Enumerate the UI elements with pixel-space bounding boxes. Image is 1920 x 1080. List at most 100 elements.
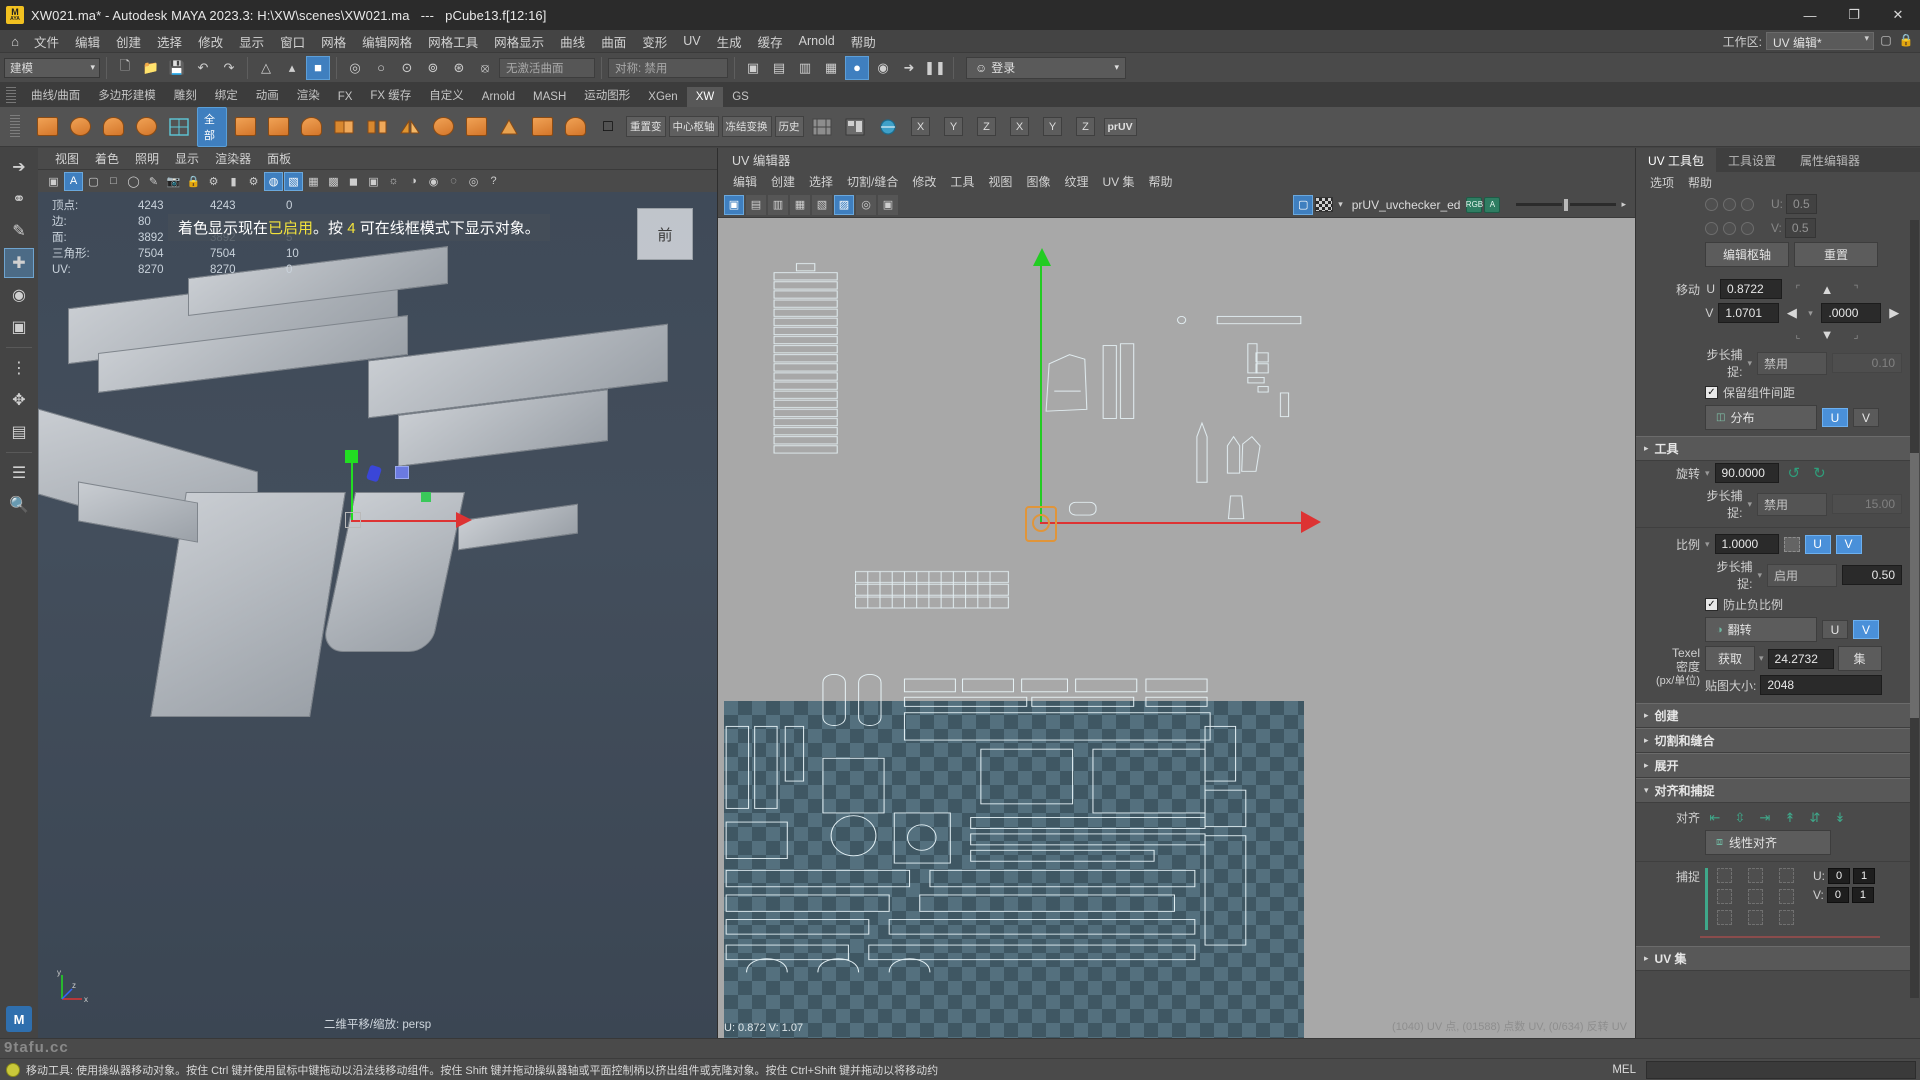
ao-icon[interactable]: ◉ [424,172,443,191]
align-center-u-icon[interactable]: ⇳ [1730,810,1750,826]
shelf-tab-fx[interactable]: FX [329,87,362,107]
viewport-menu-panels[interactable]: 面板 [260,149,298,168]
uv-gamma-slider[interactable] [1570,203,1617,206]
snap-u-min[interactable]: 0 [1828,868,1850,884]
poly-cone-icon[interactable] [131,111,161,143]
poly-extrude-icon[interactable] [230,111,260,143]
uv-menu-image[interactable]: 图像 [1019,172,1057,191]
viewport-3d[interactable]: 顶点: 4243 4243 0 边: 80 面: 3892 三角形: 7504 … [38,192,717,1038]
undo-icon[interactable]: ↶ [191,56,215,80]
image-plane-icon[interactable]: □ [104,172,123,191]
snap-to-curve-icon[interactable]: ○ [369,56,393,80]
map-size-input[interactable]: 2048 [1760,675,1883,695]
section-tools[interactable]: ▸ 工具 [1636,436,1910,461]
distribute-v-button[interactable]: V [1853,408,1879,427]
menu-item-uv[interactable]: UV [675,32,708,50]
rotate-step-snap-amount[interactable]: 15.00 [1832,494,1902,514]
active-surface-field[interactable]: 无激活曲面 [499,57,595,78]
chevron-down-icon[interactable]: ▾ [1805,308,1817,319]
pivot-v-value[interactable]: 0.5 [1784,218,1816,238]
move-step-snap-amount[interactable]: 0.10 [1832,353,1902,373]
minimize-button[interactable]: — [1788,0,1832,30]
edit-pivot-button[interactable]: 编辑枢轴 [1705,242,1789,267]
poly-sphere-icon[interactable] [65,111,95,143]
menu-item-surfaces[interactable]: 曲面 [593,30,634,53]
align-min-v-icon[interactable]: ↡ [1830,810,1850,826]
mel-input[interactable] [1646,1060,1916,1079]
menu-item-select[interactable]: 选择 [149,30,190,53]
menu-item-cache[interactable]: 缓存 [750,30,791,53]
snap-v-max[interactable]: 1 [1851,887,1874,903]
texel-density-input[interactable]: 24.2732 [1767,648,1834,669]
redo-icon[interactable]: ↷ [217,56,241,80]
menu-item-create[interactable]: 创建 [108,30,149,53]
move-step-snap-mode[interactable]: 禁用 [1757,351,1827,375]
move-step-input[interactable]: .0000 [1821,303,1882,323]
scale-value-input[interactable]: 1.0000 [1714,534,1779,554]
poly-cylinder-icon[interactable] [98,111,128,143]
chevron-right-icon[interactable]: ▸ [1618,199,1629,210]
paint-select-tool-icon[interactable]: ✎ [4,216,34,246]
shelf-tab-curves[interactable]: 曲线/曲面 [22,83,89,107]
poly-combine-icon[interactable] [329,111,359,143]
scrollbar-thumb[interactable] [1910,453,1919,718]
uv-toolkit-scroll-area[interactable]: U: 0.5 V: 0.5 编辑枢轴 重置 移动 U 0.8722 ⌜ ▲ ⌝ … [1636,192,1920,1038]
shelf-tab-animation[interactable]: 动画 [247,83,288,107]
ipr-render-icon[interactable]: ▤ [767,56,791,80]
toggle-anim-icon[interactable]: ➜ [897,56,921,80]
shelf-icon-grip[interactable] [10,115,20,139]
snap-to-point-icon[interactable]: ⊙ [395,56,419,80]
align-max-u-icon[interactable]: ⇥ [1755,810,1775,826]
nudge-down-left-icon[interactable]: ⌞ [1787,328,1809,341]
pruv-shelf-button[interactable]: prUV [1103,111,1137,143]
menu-item-arnold[interactable]: Arnold [791,32,843,50]
grease-pencil-icon[interactable]: ✎ [144,172,163,191]
new-scene-icon[interactable]: 🗋 [113,56,137,80]
menu-item-curves[interactable]: 曲线 [552,30,593,53]
menu-item-mesh-tools[interactable]: 网格工具 [420,30,486,53]
section-unfold[interactable]: ▸ 展开 [1636,753,1910,778]
viewport-menu-view[interactable]: 视图 [48,149,86,168]
move-tool-icon[interactable]: ✚ [4,248,34,278]
texel-set-button[interactable]: 集 [1837,646,1882,671]
uv-menu-create[interactable]: 创建 [764,172,802,191]
uv-menu-uv-set[interactable]: UV 集 [1095,172,1141,191]
menu-item-deform[interactable]: 变形 [634,30,675,53]
axis-z2-button[interactable]: Z [1071,111,1101,143]
shelf-tab-xgen[interactable]: XGen [639,87,686,107]
chevron-down-icon[interactable]: ▾ [1747,358,1752,369]
pivot-mid-right-radio[interactable] [1741,221,1754,235]
rotate-value-input[interactable]: 90.0000 [1714,463,1779,483]
uv-texture-name[interactable]: prUV_uvchecker_ed [1348,198,1465,212]
make-live-icon[interactable]: ⦻ [473,56,497,80]
open-scene-icon[interactable]: 📁 [139,56,163,80]
shelf-tab-motion-graphics[interactable]: 运动图形 [575,83,639,107]
uv-grid-icon[interactable]: ▨ [834,194,854,215]
flip-u-button[interactable]: U [1822,620,1848,639]
poly-triangulate-icon[interactable] [494,111,524,143]
grid-display-icon[interactable]: ▦ [304,172,323,191]
scale-tool-icon[interactable]: ▣ [4,312,34,342]
snap-bottom-left-cell[interactable] [1717,910,1732,925]
scale-v-button[interactable]: V [1835,534,1862,554]
motion-blur-icon[interactable]: ◌ [444,172,463,191]
shelf-tab-xw[interactable]: XW [686,87,724,107]
menu-item-modify[interactable]: 修改 [190,30,231,53]
film-gate-icon[interactable]: ⚙ [244,172,263,191]
poly-cube-icon[interactable] [32,111,62,143]
menu-item-mesh[interactable]: 网格 [313,30,354,53]
shelf-tab-sculpting[interactable]: 雕刻 [165,83,206,107]
mel-label[interactable]: MEL [1606,1064,1642,1076]
textured-mode-icon[interactable]: ▣ [364,172,383,191]
resolution-gate-icon[interactable]: ▮ [224,172,243,191]
uv-unfold-icon[interactable] [873,111,903,143]
snap-u-max[interactable]: 1 [1853,868,1875,884]
poly-bevel-icon[interactable] [263,111,293,143]
poly-quadrangulate-icon[interactable] [527,111,557,143]
chevron-down-icon[interactable]: ▾ [1705,539,1710,550]
render-current-frame-icon[interactable]: ▣ [741,56,765,80]
chevron-down-icon[interactable]: ▾ [1757,570,1762,581]
axis-x2-button[interactable]: X [1005,111,1035,143]
select-by-object-icon[interactable]: ▴ [280,56,304,80]
pivot-top-left-radio[interactable] [1705,197,1718,211]
